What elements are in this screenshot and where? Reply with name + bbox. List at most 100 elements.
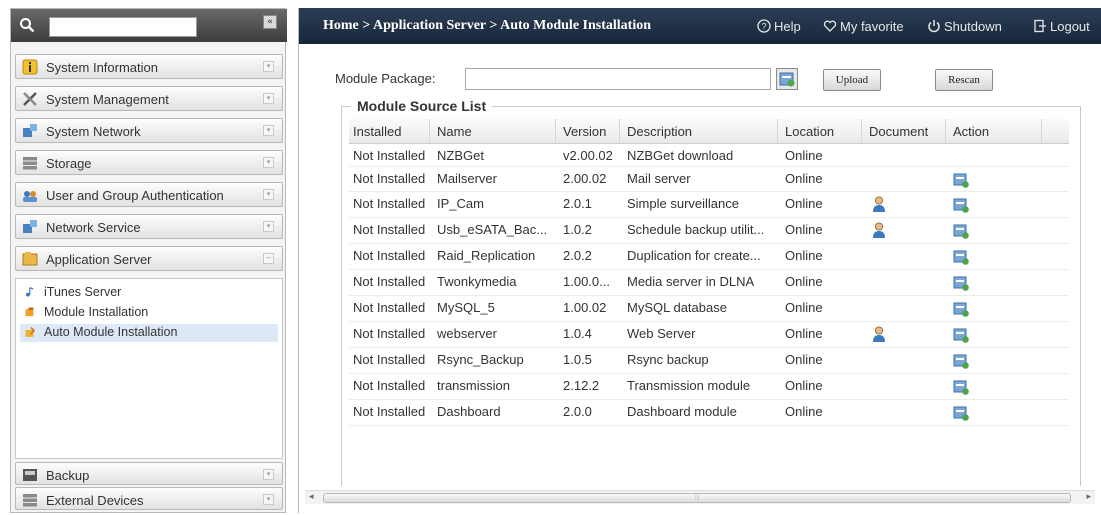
install-icon[interactable] — [953, 301, 969, 317]
breadcrumb: Home > Application Server > Auto Module … — [323, 18, 651, 33]
cell-name: MySQL_5 — [437, 300, 495, 315]
table-row[interactable]: Not Installed webserver 1.0.4 Web Server Onl… — [349, 322, 1069, 348]
expand-icon[interactable]: ▾ — [263, 189, 274, 200]
column-divider[interactable] — [555, 119, 556, 144]
column-header-description[interactable]: Description — [627, 124, 692, 139]
table-row[interactable]: Not Installed Rsync_Backup 1.0.5 Rsync back… — [349, 348, 1069, 374]
expand-icon[interactable]: ▾ — [263, 93, 274, 104]
expand-icon[interactable]: ▾ — [263, 157, 274, 168]
document-user-icon[interactable] — [871, 221, 887, 239]
table-row[interactable]: Not Installed NZBGet v2.00.02 NZBGet downlo… — [349, 144, 1069, 167]
column-header-installed[interactable]: Installed — [353, 124, 401, 139]
sidebar-menu-label: User and Group Authentication — [46, 188, 224, 203]
sidebar-menu-application-server[interactable]: Application Server − — [15, 246, 283, 271]
module-package-label: Module Package: — [335, 71, 436, 86]
collapse-icon[interactable]: − — [263, 253, 274, 264]
scroll-left-arrow[interactable]: ◂ — [309, 492, 314, 502]
sidebar-menu-external-devices[interactable]: External Devices ▾ — [15, 487, 283, 510]
column-divider[interactable] — [1041, 119, 1042, 144]
cell-installed: Not Installed — [353, 300, 426, 315]
cell-location: Online — [785, 300, 823, 315]
install-icon[interactable] — [953, 405, 969, 421]
search-icon[interactable] — [19, 17, 35, 33]
column-divider[interactable] — [429, 119, 430, 144]
help-link[interactable]: ? Help — [757, 19, 801, 34]
column-divider[interactable] — [777, 119, 778, 144]
cell-version: 2.0.0 — [563, 404, 592, 419]
sidebar-menu-label: System Management — [46, 92, 169, 107]
cell-installed: Not Installed — [353, 352, 426, 367]
cell-version: 2.00.02 — [563, 171, 607, 186]
logout-link[interactable]: Logout — [1033, 19, 1090, 34]
table-row[interactable]: Not Installed Usb_eSATA_Bac... 1.0.2 Schedu… — [349, 218, 1069, 244]
cell-installed: Not Installed — [353, 171, 426, 186]
cell-location: Online — [785, 352, 823, 367]
sidebar-menu-user-and-group-authentication[interactable]: User and Group Authentication ▾ — [15, 182, 283, 207]
sidebar-menu-storage[interactable]: Storage ▾ — [15, 150, 283, 175]
install-icon[interactable] — [953, 327, 969, 343]
tools-icon — [23, 92, 37, 106]
install-icon[interactable] — [953, 353, 969, 369]
table-row[interactable]: Not Installed IP_Cam 2.0.1 Simple surveilla… — [349, 192, 1069, 218]
column-header-version[interactable]: Version — [563, 124, 606, 139]
submenu-item-auto-module-installation[interactable]: Auto Module Installation — [20, 324, 278, 342]
install-icon[interactable] — [953, 172, 969, 188]
expand-icon[interactable]: ▾ — [263, 125, 274, 136]
scrollbar-thumb[interactable]: ⦙⦙⦙ — [323, 493, 1071, 503]
sidebar-menu-system-network[interactable]: System Network ▾ — [15, 118, 283, 143]
horizontal-scrollbar[interactable]: ◂ ⦙⦙⦙ ▸ — [305, 490, 1095, 504]
sidebar-menu-label: Network Service — [46, 220, 141, 235]
auto-module-icon — [25, 327, 36, 337]
module-package-input[interactable] — [465, 68, 771, 90]
document-user-icon[interactable] — [871, 325, 887, 343]
table-row[interactable]: Not Installed Twonkymedia 1.00.0... Media s… — [349, 270, 1069, 296]
shutdown-label: Shutdown — [944, 19, 1002, 34]
install-icon[interactable] — [953, 275, 969, 291]
sidebar-menu-system-information[interactable]: System Information ▾ — [15, 54, 283, 79]
shutdown-link[interactable]: Shutdown — [927, 19, 1002, 34]
table-row[interactable]: Not Installed Raid_Replication 2.0.2 Duplic… — [349, 244, 1069, 270]
install-icon[interactable] — [953, 223, 969, 239]
table-row[interactable]: Not Installed Dashboard 2.0.0 Dashboard mod… — [349, 400, 1069, 426]
favorite-link[interactable]: My favorite — [823, 19, 904, 34]
expand-icon[interactable]: ▾ — [263, 221, 274, 232]
sidebar-menu-label: System Network — [46, 124, 141, 139]
scroll-right-arrow[interactable]: ▸ — [1086, 492, 1091, 502]
expand-icon[interactable]: ▾ — [263, 494, 274, 505]
install-icon[interactable] — [953, 379, 969, 395]
column-divider[interactable] — [945, 119, 946, 144]
document-user-icon[interactable] — [871, 195, 887, 213]
column-header-name[interactable]: Name — [437, 124, 472, 139]
table-row[interactable]: Not Installed Mailserver 2.00.02 Mail serve… — [349, 167, 1069, 192]
cell-name: IP_Cam — [437, 196, 484, 211]
column-divider[interactable] — [619, 119, 620, 144]
cell-description: Simple surveillance — [627, 196, 739, 211]
expand-icon[interactable]: ▾ — [263, 469, 274, 480]
network-service-icon — [23, 220, 37, 233]
sidebar-menu-backup[interactable]: Backup ▾ — [15, 462, 283, 485]
cell-location: Online — [785, 404, 823, 419]
column-header-document[interactable]: Document — [869, 124, 928, 139]
column-header-location[interactable]: Location — [785, 124, 834, 139]
table-row[interactable]: Not Installed transmission 2.12.2 Transmiss… — [349, 374, 1069, 400]
install-icon[interactable] — [953, 249, 969, 265]
column-header-action[interactable]: Action — [953, 124, 989, 139]
browse-button[interactable] — [776, 68, 798, 90]
cell-location: Online — [785, 274, 823, 289]
expand-icon[interactable]: ▾ — [263, 61, 274, 72]
table-row[interactable]: Not Installed MySQL_5 1.00.02 MySQL databas… — [349, 296, 1069, 322]
sidebar-menu-system-management[interactable]: System Management ▾ — [15, 86, 283, 111]
browse-icon — [779, 72, 795, 87]
search-input[interactable] — [49, 17, 197, 37]
cell-description: Schedule backup utilit... — [627, 222, 765, 237]
sidebar-menu-network-service[interactable]: Network Service ▾ — [15, 214, 283, 239]
table-header: Installed Name Version Description Location D… — [349, 119, 1069, 144]
collapse-sidebar-button[interactable]: « — [263, 15, 277, 29]
rescan-button[interactable]: Rescan — [935, 69, 993, 91]
submenu-item-label: iTunes Server — [44, 285, 122, 299]
submenu-item-module-installation[interactable]: Module Installation — [20, 304, 278, 322]
upload-button[interactable]: Upload — [823, 69, 881, 91]
column-divider[interactable] — [861, 119, 862, 144]
install-icon[interactable] — [953, 197, 969, 213]
submenu-item-itunes-server[interactable]: iTunes Server — [20, 284, 278, 302]
